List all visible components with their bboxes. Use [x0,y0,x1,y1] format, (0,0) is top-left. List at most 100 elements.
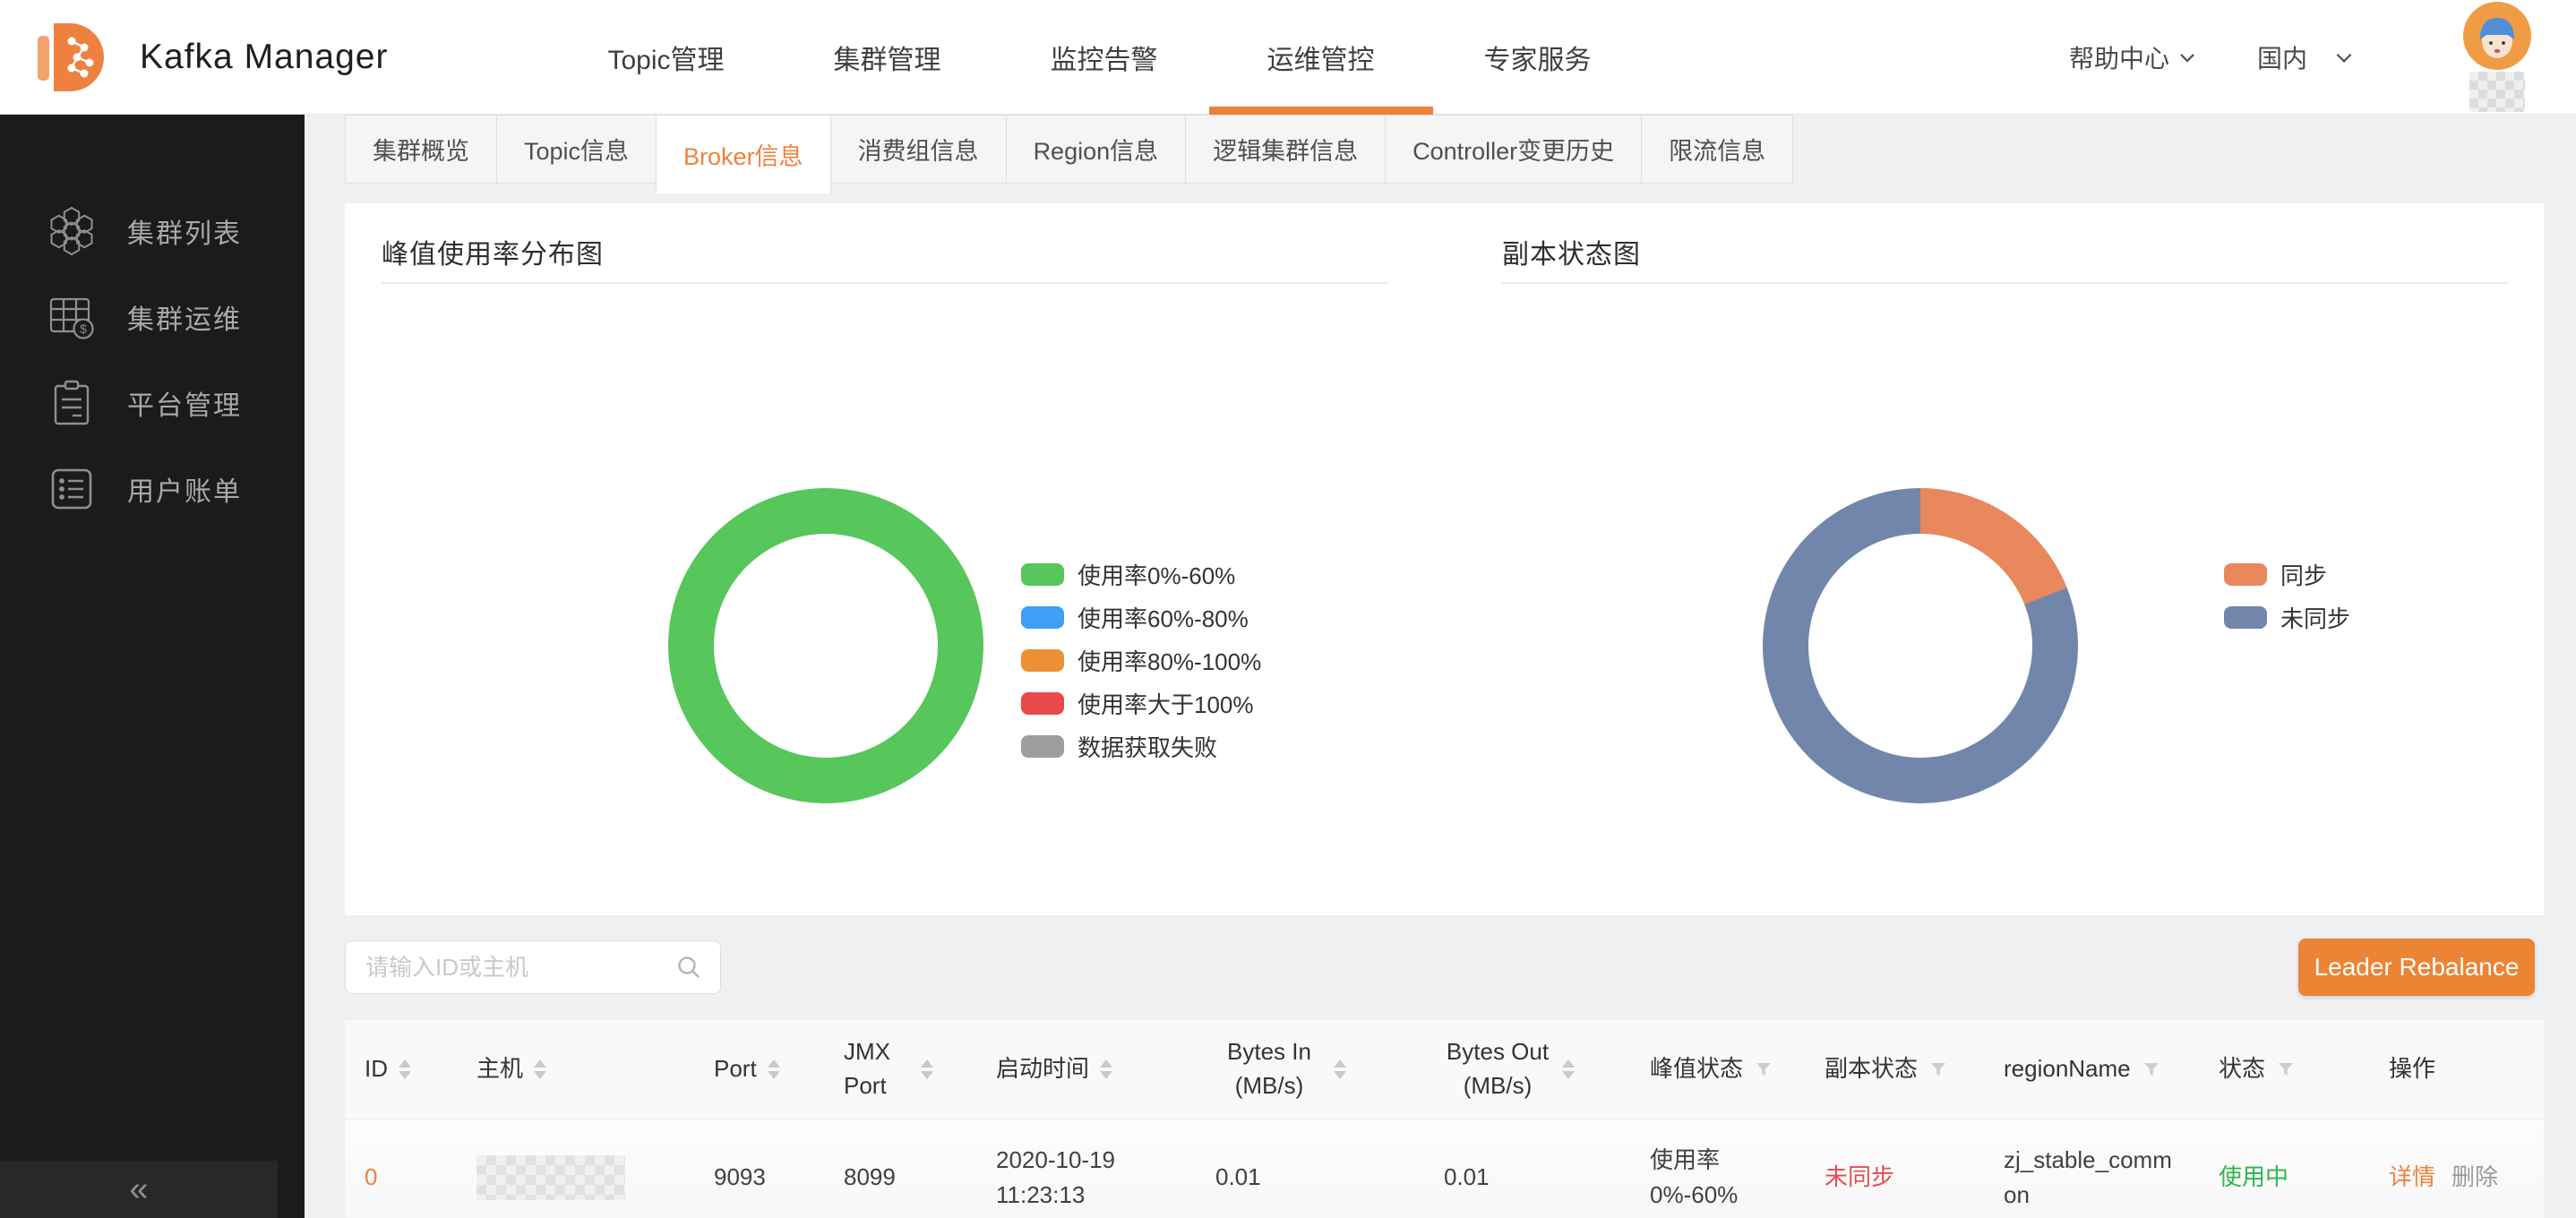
sidebar-item-cluster-list[interactable]: 集群列表 [0,188,305,274]
legend-item[interactable]: 使用率大于100% [1021,682,1261,725]
chevron-down-icon [2332,46,2356,69]
user-avatar[interactable] [2463,2,2531,113]
col-bytes-in[interactable]: Bytes In (MB/s) [1196,1020,1424,1119]
sidebar-item-user-billing[interactable]: 用户账单 [0,446,305,532]
cell-id: 0 [345,1119,457,1218]
cell-jmx-port: 8099 [824,1119,976,1218]
legend-swatch [1021,649,1064,672]
nav-expert-service[interactable]: 专家服务 [1484,0,1592,115]
filter-icon[interactable] [1754,1059,1773,1079]
search-input[interactable] [346,954,675,982]
replica-status-legend: 同步 未同步 [2224,553,2350,639]
table-row: 0 9093 8099 2020-10-19 11:23:13 0.01 0.0… [345,1119,2544,1218]
app-header: Kafka Manager Topic管理 集群管理 监控告警 运维管控 专家服… [0,0,2576,115]
tab-consumer-group-info[interactable]: 消费组信息 [830,115,1007,184]
chevron-down-icon [2177,47,2198,68]
tab-topic-info[interactable]: Topic信息 [496,115,657,184]
col-status[interactable]: 状态 [2199,1020,2369,1119]
peak-usage-chart-title: 峰值使用率分布图 [382,232,604,271]
tab-region-info[interactable]: Region信息 [1006,115,1187,184]
sidebar-item-cluster-ops[interactable]: $ 集群运维 [0,274,305,360]
sidebar-item-label: 平台管理 [127,383,242,423]
nav-cluster-management[interactable]: 集群管理 [834,0,941,115]
legend-item[interactable]: 使用率0%-60% [1021,553,1261,596]
cell-bytes-in: 0.01 [1196,1119,1424,1218]
sort-icon[interactable] [1100,1059,1112,1079]
legend-swatch [1021,563,1064,586]
detail-link[interactable]: 详情 [2389,1160,2435,1195]
broker-table: ID 主机 Port JMX Port 启动时间 Bytes In (MB/s)… [345,1020,2544,1218]
col-id[interactable]: ID [345,1020,457,1119]
cell-port: 9093 [694,1119,824,1218]
tab-controller-history[interactable]: Controller变更历史 [1385,115,1642,184]
active-nav-underline [1209,107,1433,115]
legend-swatch [1021,692,1064,715]
legend-swatch [1021,606,1064,629]
tab-throttle-info[interactable]: 限流信息 [1641,115,1793,184]
sort-icon[interactable] [1334,1059,1346,1079]
col-host[interactable]: 主机 [457,1020,694,1119]
cell-bytes-out: 0.01 [1424,1119,1630,1218]
user-billing-icon [47,464,97,514]
cell-status: 使用中 [2199,1119,2369,1218]
col-replica-status[interactable]: 副本状态 [1805,1020,1984,1119]
search-icon[interactable] [675,954,702,981]
cell-host [457,1119,694,1218]
col-region-name[interactable]: regionName [1984,1020,2199,1119]
avatar-image [2463,2,2531,70]
tab-broker-info[interactable]: Broker信息 [656,115,831,193]
cell-start-time: 2020-10-19 11:23:13 [976,1119,1120,1218]
legend-item[interactable]: 数据获取失败 [1021,725,1261,768]
cell-region-name: zj_stable_common [1984,1119,2174,1218]
sidebar-collapse-button[interactable]: « [0,1161,278,1218]
table-toolbar: Leader Rebalance [345,939,2544,998]
sidebar-item-platform-admin[interactable]: 平台管理 [0,360,305,446]
filter-icon[interactable] [1928,1059,1948,1079]
broker-id-link[interactable]: 0 [365,1160,377,1195]
cluster-tabs: 集群概览 Topic信息 Broker信息 消费组信息 Region信息 逻辑集… [345,115,1793,193]
tab-cluster-overview[interactable]: 集群概览 [345,115,497,184]
replica-status-chart-title: 副本状态图 [1502,232,1641,271]
peak-usage-donut-chart [668,488,983,803]
help-center-menu[interactable]: 帮助中心 [2069,39,2198,75]
legend-item[interactable]: 使用率60%-80% [1021,596,1261,639]
sidebar: 集群列表 $ 集群运维 平台管理 [0,115,305,1218]
legend-item[interactable]: 同步 [2224,553,2350,596]
replica-status-donut-chart [1763,488,2078,803]
sort-icon[interactable] [768,1059,780,1079]
main-nav: Topic管理 集群管理 监控告警 运维管控 专家服务 [608,0,1701,115]
cluster-list-icon [47,206,97,256]
collapse-chevrons-icon: « [129,1172,148,1206]
nav-topic-management[interactable]: Topic管理 [608,0,725,115]
sort-icon[interactable] [534,1059,546,1079]
legend-item[interactable]: 使用率80%-100% [1021,639,1261,682]
tab-logical-cluster-info[interactable]: 逻辑集群信息 [1185,115,1386,184]
filter-icon[interactable] [2276,1059,2296,1079]
legend-item[interactable]: 未同步 [2224,596,2350,639]
col-bytes-out[interactable]: Bytes Out (MB/s) [1424,1020,1630,1119]
col-peak-status[interactable]: 峰值状态 [1630,1020,1805,1119]
nav-ops-control[interactable]: 运维管控 [1267,0,1375,115]
sidebar-item-label: 用户账单 [127,469,242,509]
nav-monitor-alert[interactable]: 监控告警 [1051,0,1158,115]
sort-icon[interactable] [1562,1059,1575,1079]
delete-link[interactable]: 删除 [2451,1160,2498,1195]
cell-actions: 详情 删除 [2369,1119,2544,1218]
sort-icon[interactable] [399,1059,411,1079]
sidebar-item-label: 集群运维 [127,297,242,337]
leader-rebalance-button[interactable]: Leader Rebalance [2298,939,2535,996]
filter-icon[interactable] [2142,1059,2161,1079]
kafka-manager-logo [36,16,111,99]
host-redacted-area [477,1155,625,1200]
sort-icon[interactable] [921,1059,933,1079]
divider [382,282,1387,284]
col-port[interactable]: Port [694,1020,824,1119]
cell-replica-status: 未同步 [1805,1119,1984,1218]
brand-title: Kafka Manager [140,38,389,77]
col-actions: 操作 [2369,1020,2544,1119]
col-jmx-port[interactable]: JMX Port [824,1020,976,1119]
sidebar-item-label: 集群列表 [127,211,242,251]
region-selector[interactable]: 国内 [2257,39,2356,75]
col-start-time[interactable]: 启动时间 [976,1020,1196,1119]
brand: Kafka Manager [36,16,389,99]
